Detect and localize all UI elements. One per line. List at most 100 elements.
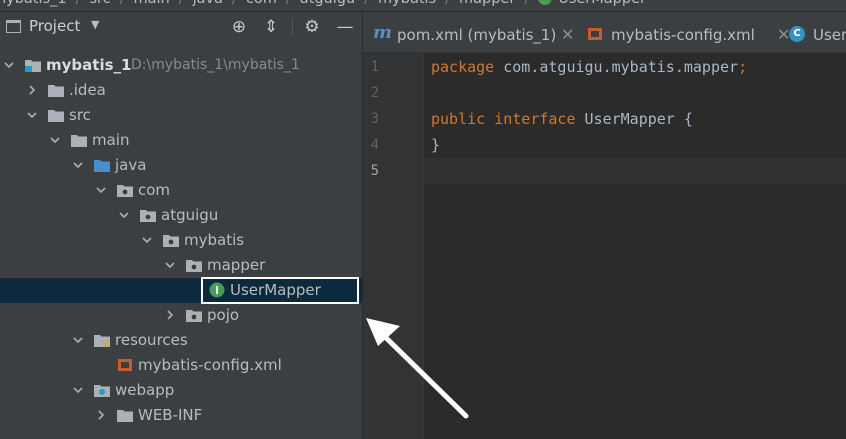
chevron-down-icon[interactable] (142, 235, 152, 245)
toolbar-divider (292, 18, 293, 35)
tab-mybatis-config-xml[interactable]: mybatis-config.xml ✕ (585, 12, 790, 52)
breadcrumb-item[interactable]: mapper (459, 0, 515, 7)
chevron-down-icon[interactable] (73, 160, 83, 170)
chevron-down-icon[interactable] (96, 185, 106, 195)
minimize-icon[interactable]: — (334, 16, 356, 38)
tab-label: mybatis-config.xml (611, 26, 755, 44)
chevron-right-icon[interactable] (27, 85, 37, 95)
tree-item-atguigu[interactable]: atguigu (0, 203, 362, 228)
tree-item-label: java (115, 156, 147, 174)
interface-icon (538, 0, 553, 5)
code-editor[interactable]: package com.atguigu.mybatis.mapper; publi… (424, 53, 846, 439)
chevron-down-icon[interactable] (73, 385, 83, 395)
chevron-down-icon[interactable] (27, 110, 37, 120)
close-icon[interactable]: ✕ (561, 25, 574, 44)
tree-item-label: resources (115, 331, 188, 349)
line-number: 1 (370, 59, 379, 75)
module-path: D:\mybatis_1\mybatis_1 (131, 57, 300, 73)
tree-item-src[interactable]: src (0, 103, 362, 128)
resources-folder-icon (94, 334, 110, 347)
tree-item-label: mapper (207, 256, 266, 274)
project-view-selector[interactable]: Project (29, 17, 80, 35)
package-icon (140, 209, 156, 222)
editor-tab-bar: m pom.xml (mybatis_1) ✕ mybatis-config.x… (363, 12, 846, 53)
breadcrumb-item[interactable]: main (134, 0, 170, 7)
package-icon (163, 234, 179, 247)
project-panel: Project ▼ ⊕ ⇕ ⚙ — mybatis_1 D:\mybatis_1\… (0, 12, 362, 439)
tree-item-web-inf[interactable]: WEB-INF (0, 403, 362, 428)
chevron-right-icon[interactable] (96, 410, 106, 420)
code-line: } (431, 136, 440, 154)
current-line-highlight (424, 158, 846, 184)
class-icon: C (789, 26, 805, 42)
tree-item-label: mybatis (184, 231, 245, 249)
chevron-down-icon[interactable]: ▼ (91, 18, 99, 31)
breadcrumb-separator: / (445, 0, 450, 7)
chevron-down-icon[interactable] (73, 335, 83, 345)
tree-item-usermapper[interactable]: UserMapper (0, 277, 362, 304)
maven-icon: m (373, 22, 393, 43)
code-token: com.atguigu.mybatis.mapper (494, 58, 739, 76)
breadcrumb-separator: / (232, 0, 237, 7)
breadcrumb-separator: / (364, 0, 369, 7)
tree-item-mybatis[interactable]: mybatis (0, 228, 362, 253)
breadcrumb: mybatis_1 / src / main / java / com / atguigu / myba… (0, 0, 846, 12)
breadcrumb-separator: / (524, 0, 529, 7)
chevron-right-icon[interactable] (165, 310, 175, 320)
breadcrumb-item[interactable]: UserMapper (558, 0, 646, 7)
breadcrumb-item[interactable]: mybatis_1 (0, 0, 67, 7)
chevron-down-icon[interactable] (4, 60, 14, 70)
code-token: } (431, 136, 441, 154)
breadcrumb-item[interactable]: src (89, 0, 110, 7)
tree-item-label: mybatis-config.xml (138, 356, 282, 374)
tab-pom-xml[interactable]: m pom.xml (mybatis_1) ✕ (371, 12, 579, 52)
tree-item-label: atguigu (161, 206, 219, 224)
breadcrumb-item[interactable]: mybatis (378, 0, 436, 7)
breadcrumb-separator: / (179, 0, 184, 7)
folder-icon (48, 109, 64, 122)
line-number: 3 (370, 111, 379, 127)
gear-icon[interactable]: ⚙ (301, 16, 323, 38)
breadcrumb-item[interactable]: java (193, 0, 223, 7)
tab-usermapper[interactable]: C User (789, 12, 846, 52)
tree-item-idea[interactable]: .idea (0, 78, 362, 103)
module-folder-icon (25, 59, 41, 72)
tree-item-label: pojo (207, 306, 240, 324)
code-keyword: public (431, 110, 486, 128)
line-number: 5 (370, 163, 379, 179)
tree-item-label: com (138, 181, 171, 199)
tree-item-com[interactable]: com (0, 178, 362, 203)
tree-item-pojo[interactable]: pojo (0, 303, 362, 328)
breadcrumb-separator: / (120, 0, 125, 7)
breadcrumb-separator: / (76, 0, 81, 7)
chevron-down-icon[interactable] (50, 135, 60, 145)
tree-item-java[interactable]: java (0, 153, 362, 178)
line-number: 4 (370, 137, 379, 153)
collapse-icon[interactable]: ⇕ (260, 16, 282, 38)
breadcrumb-separator: / (286, 0, 291, 7)
tree-item-mybatis-1[interactable]: mybatis_1 D:\mybatis_1\mybatis_1 (0, 53, 362, 78)
chevron-down-icon[interactable] (119, 210, 129, 220)
tree-item-label: WEB-INF (138, 406, 203, 424)
tree-item-webapp[interactable]: webapp (0, 378, 362, 403)
source-folder-icon (94, 159, 110, 172)
tree-item-label: webapp (115, 381, 175, 399)
tree-item-mybatis-config-xml[interactable]: mybatis-config.xml (0, 353, 362, 378)
breadcrumb-item[interactable]: atguigu (300, 0, 355, 7)
breadcrumb-item[interactable]: com (246, 0, 277, 7)
tree-item-main[interactable]: main (0, 128, 362, 153)
tree-item-label: main (92, 131, 130, 149)
chevron-down-icon[interactable] (165, 260, 175, 270)
tree-item-resources[interactable]: resources (0, 328, 362, 353)
code-line: package com.atguigu.mybatis.mapper; (431, 58, 747, 76)
tree-item-mapper[interactable]: mapper (0, 253, 362, 278)
folder-icon (117, 409, 133, 422)
xml-file-icon (117, 357, 133, 371)
target-icon[interactable]: ⊕ (228, 16, 250, 38)
folder-icon (48, 84, 64, 97)
project-panel-icon (6, 20, 21, 33)
highlight-box (201, 277, 359, 304)
package-icon (186, 309, 202, 322)
code-keyword: interface (494, 110, 576, 128)
